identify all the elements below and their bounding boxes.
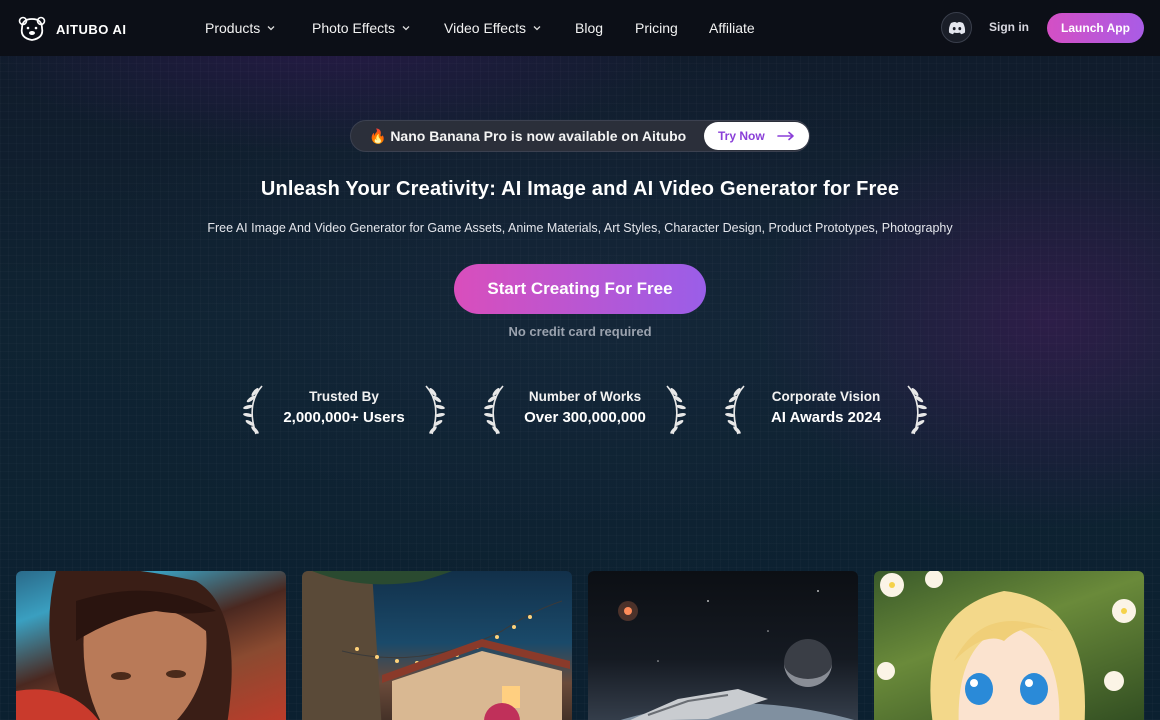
laurel-right-icon (425, 385, 445, 435)
try-now-button[interactable]: Try Now (704, 122, 809, 150)
discord-icon (948, 21, 965, 34)
nav-item-video-effects[interactable]: Video Effects (444, 20, 575, 36)
bear-icon (18, 16, 46, 41)
nav-item-label: Products (205, 20, 261, 36)
chevron-down-icon (533, 26, 541, 31)
nav-item-label: Video Effects (444, 20, 526, 36)
chevron-down-icon (267, 26, 275, 31)
warrior-portrait-image (16, 571, 232, 720)
brand-logo[interactable]: AITUBO AI (18, 16, 126, 42)
nav-item-affiliate[interactable]: Affiliate (709, 20, 769, 36)
nav-item-label: Pricing (635, 20, 678, 36)
discord-button[interactable] (941, 12, 972, 43)
start-creating-button[interactable]: Start Creating For Free (454, 264, 706, 314)
award-caption: Number of Works (528, 389, 642, 404)
nav-item-products[interactable]: Products (205, 20, 312, 36)
award-caption: Corporate Vision (771, 389, 881, 404)
nav-item-label: Affiliate (709, 20, 755, 36)
laurel-right-icon (666, 385, 686, 435)
village-night-image (302, 571, 570, 720)
award-value: 2,000,000+ Users (283, 409, 405, 426)
launch-app-button[interactable]: Launch App (1047, 13, 1144, 43)
announcement-banner: 🔥 Nano Banana Pro is now available on Ai… (350, 120, 810, 152)
arrow-right-icon (776, 131, 794, 141)
try-now-label: Try Now (718, 129, 765, 143)
gallery-card-village[interactable] (302, 571, 572, 720)
nav-item-photo-effects[interactable]: Photo Effects (312, 20, 444, 36)
gallery-card-anime[interactable] (874, 571, 1144, 720)
award-caption: Trusted By (309, 389, 379, 404)
gallery-card-warrior[interactable] (16, 571, 286, 720)
award-number-of-works: Number of Works Over 300,000,000 (483, 382, 687, 436)
award-corporate-vision: Corporate Vision AI Awards 2024 (724, 382, 928, 436)
nav-item-label: Blog (575, 20, 604, 36)
page-title: Unleash Your Creativity: AI Image and AI… (260, 178, 900, 200)
award-trusted-by: Trusted By 2,000,000+ Users (242, 382, 446, 436)
nav-item-label: Photo Effects (312, 20, 396, 36)
chevron-down-icon (402, 26, 410, 31)
award-value: Over 300,000,000 (524, 409, 646, 426)
anime-girl-image (877, 571, 1136, 720)
nav-menu: Products Photo Effects Video Effects Blo… (205, 0, 769, 56)
gallery-card-spaceship[interactable] (588, 571, 858, 720)
announcement-text: 🔥 Nano Banana Pro is now available on Ai… (369, 128, 687, 144)
brand-name: AITUBO AI (56, 21, 127, 37)
sign-in-link[interactable]: Sign in (989, 20, 1029, 34)
nav-item-blog[interactable]: Blog (575, 20, 635, 36)
page-subtitle: Free AI Image And Video Generator for Ga… (207, 221, 953, 235)
laurel-right-icon (907, 385, 927, 435)
top-navbar: AITUBO AI Products Photo Effects Video E… (0, 0, 1160, 56)
spaceship-planet-image (618, 590, 855, 720)
award-value: AI Awards 2024 (770, 409, 882, 426)
no-credit-card-note: No credit card required (508, 324, 652, 339)
nav-item-pricing[interactable]: Pricing (635, 20, 709, 36)
